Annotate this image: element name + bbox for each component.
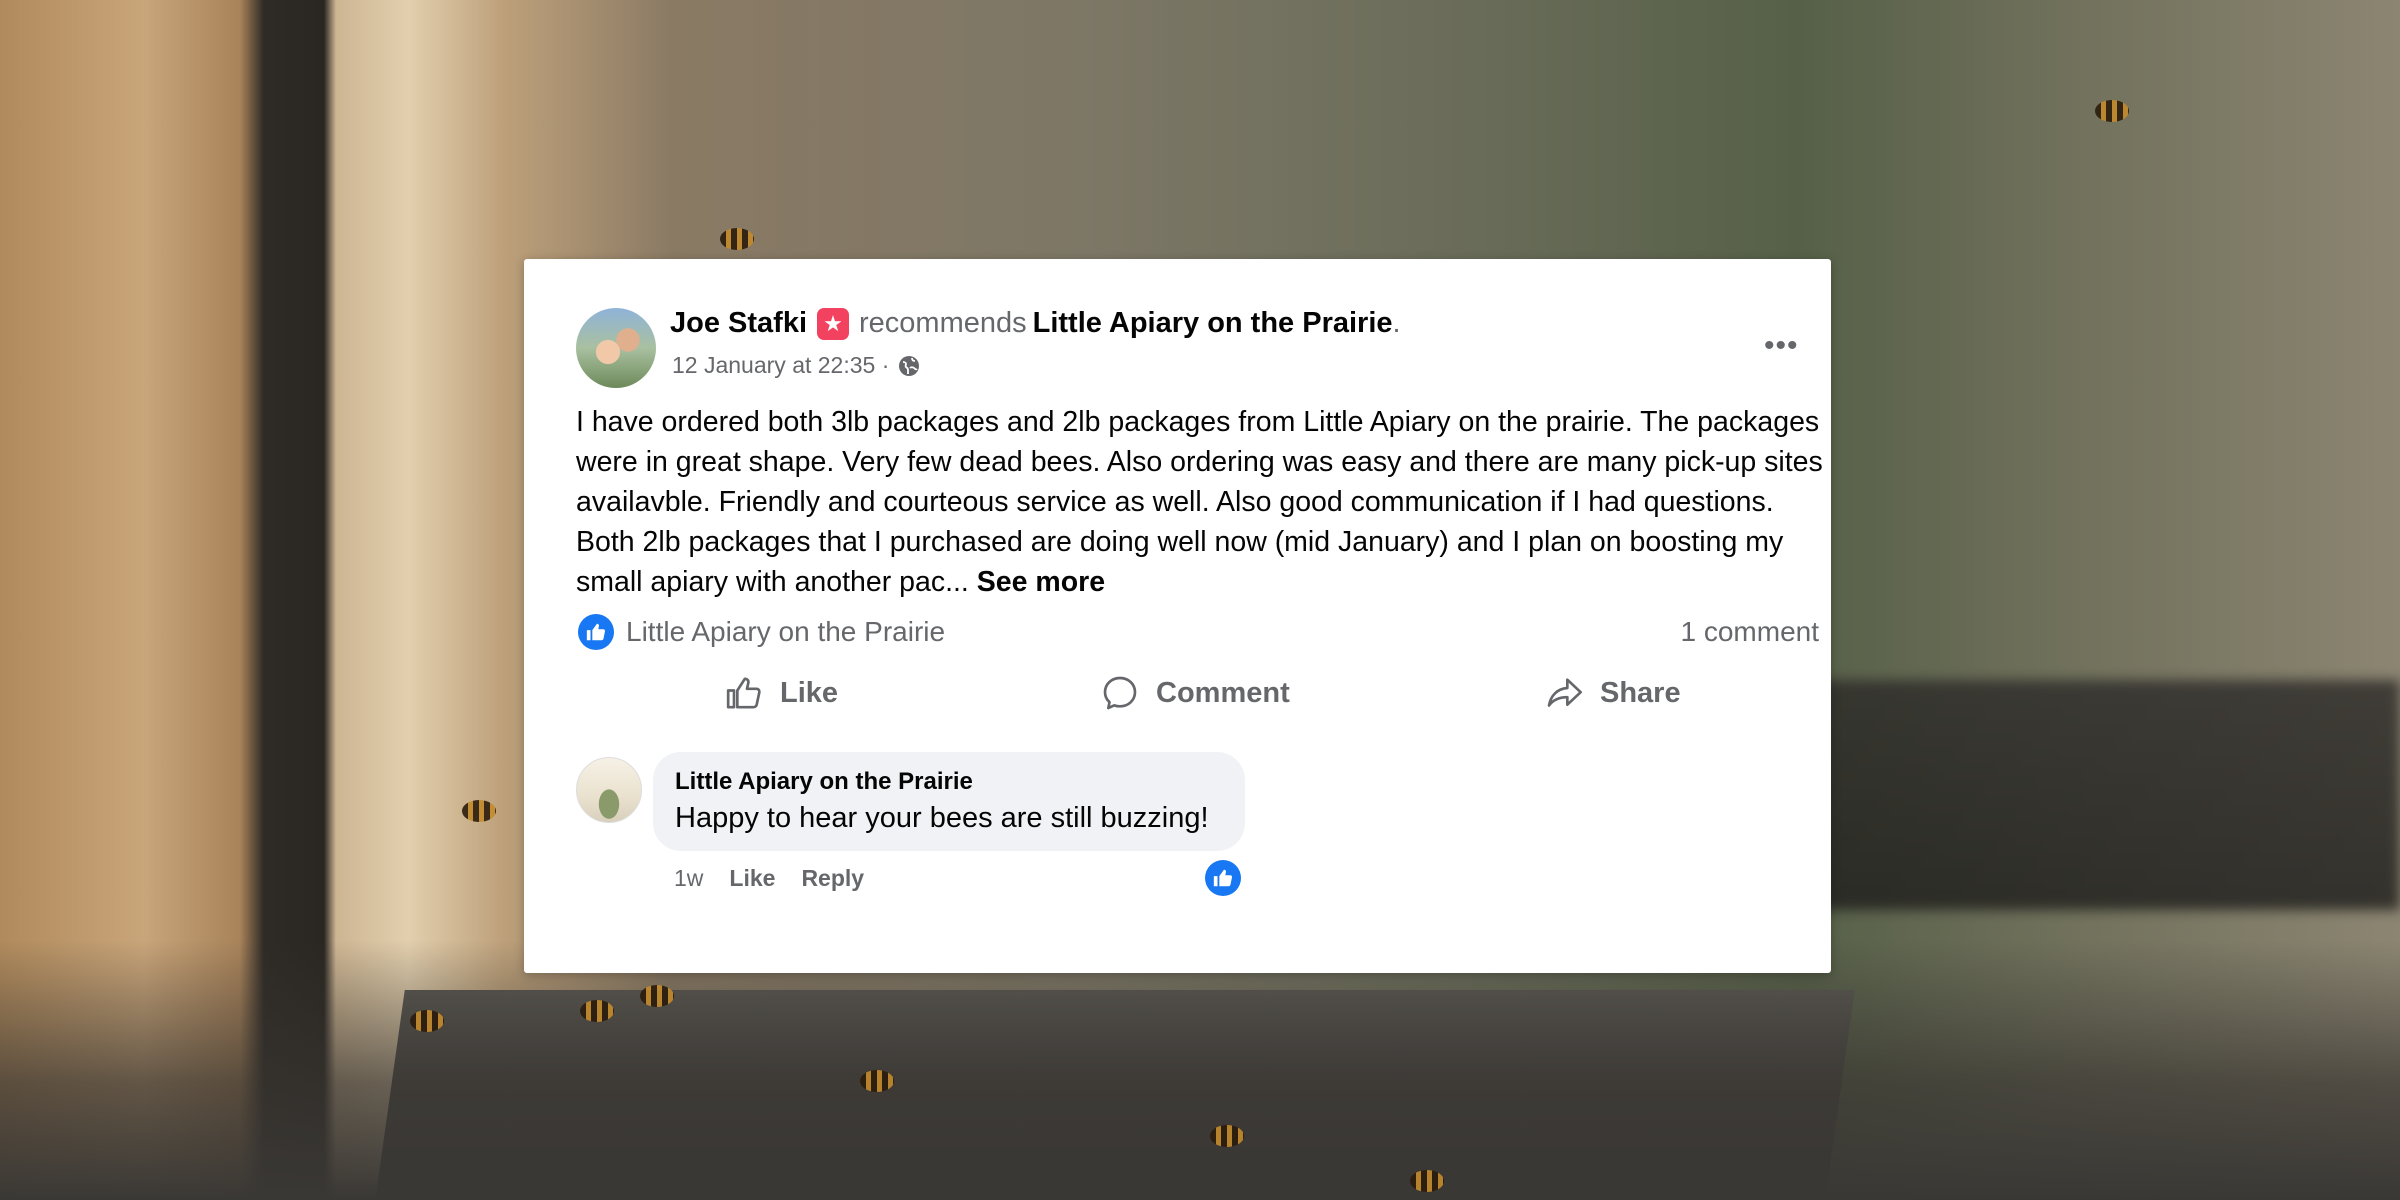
commenter-avatar[interactable] <box>576 757 642 823</box>
comment-button[interactable]: Comment <box>1100 673 1290 713</box>
bee <box>580 1000 614 1022</box>
bee <box>640 985 674 1007</box>
page-name-link[interactable]: Little Apiary on the Prairie <box>1033 307 1393 340</box>
bee <box>462 800 496 822</box>
hive-bar <box>1820 680 2400 910</box>
comment-bubble-icon <box>1103 676 1137 710</box>
bee <box>860 1070 894 1092</box>
comment-like-reaction-icon[interactable] <box>1205 860 1241 896</box>
bee <box>410 1010 444 1032</box>
post-header: Joe Stafki ★ recommends Little Apiary on… <box>670 307 1401 340</box>
bee <box>2095 100 2129 122</box>
thumbs-up-icon <box>726 677 761 709</box>
post-body: I have ordered both 3lb packages and 2lb… <box>576 402 1826 602</box>
bee <box>1210 1125 1244 1147</box>
liked-by-text: Little Apiary on the Prairie <box>626 616 946 647</box>
post-body-text: I have ordered both 3lb packages and 2lb… <box>576 406 1823 598</box>
see-more-link[interactable]: See more <box>977 566 1105 598</box>
comment-label: Comment <box>1156 676 1290 709</box>
share-button[interactable]: Share <box>1544 673 1681 713</box>
comment-reply-button[interactable]: Reply <box>801 865 864 892</box>
share-label: Share <box>1600 676 1681 709</box>
more-options-icon[interactable]: ••• <box>1764 331 1799 361</box>
comment-text: Happy to hear your bees are still buzzin… <box>675 802 1209 834</box>
post-timestamp[interactable]: 12 January at 22:35 · <box>672 352 889 379</box>
like-label: Like <box>780 676 839 709</box>
comment-like-button[interactable]: Like <box>729 865 775 892</box>
comment-age[interactable]: 1w <box>674 865 703 892</box>
comment-bubble: Little Apiary on the Prairie Happy to he… <box>653 752 1245 851</box>
reaction-summary[interactable]: Little Apiary on the Prairie <box>578 614 945 650</box>
author-avatar[interactable] <box>576 308 656 388</box>
comment-count[interactable]: 1 comment <box>1681 616 1820 648</box>
commenter-name[interactable]: Little Apiary on the Prairie <box>675 768 973 796</box>
like-button[interactable]: Like <box>724 673 838 713</box>
globe-icon <box>899 355 920 376</box>
recommends-label: recommends <box>859 307 1027 339</box>
share-arrow-icon <box>1547 678 1582 707</box>
like-reaction-icon <box>578 614 614 650</box>
comment-actions: 1w Like Reply <box>674 865 864 892</box>
post-meta: 12 January at 22:35 · <box>672 352 921 379</box>
background-shade <box>0 940 2400 1200</box>
header-period: . <box>1392 307 1401 339</box>
bee <box>720 228 754 250</box>
recommend-star-icon: ★ <box>817 307 849 340</box>
author-name[interactable]: Joe Stafki <box>670 307 807 340</box>
post-card: Joe Stafki ★ recommends Little Apiary on… <box>524 259 1831 973</box>
bee <box>1410 1170 1444 1192</box>
